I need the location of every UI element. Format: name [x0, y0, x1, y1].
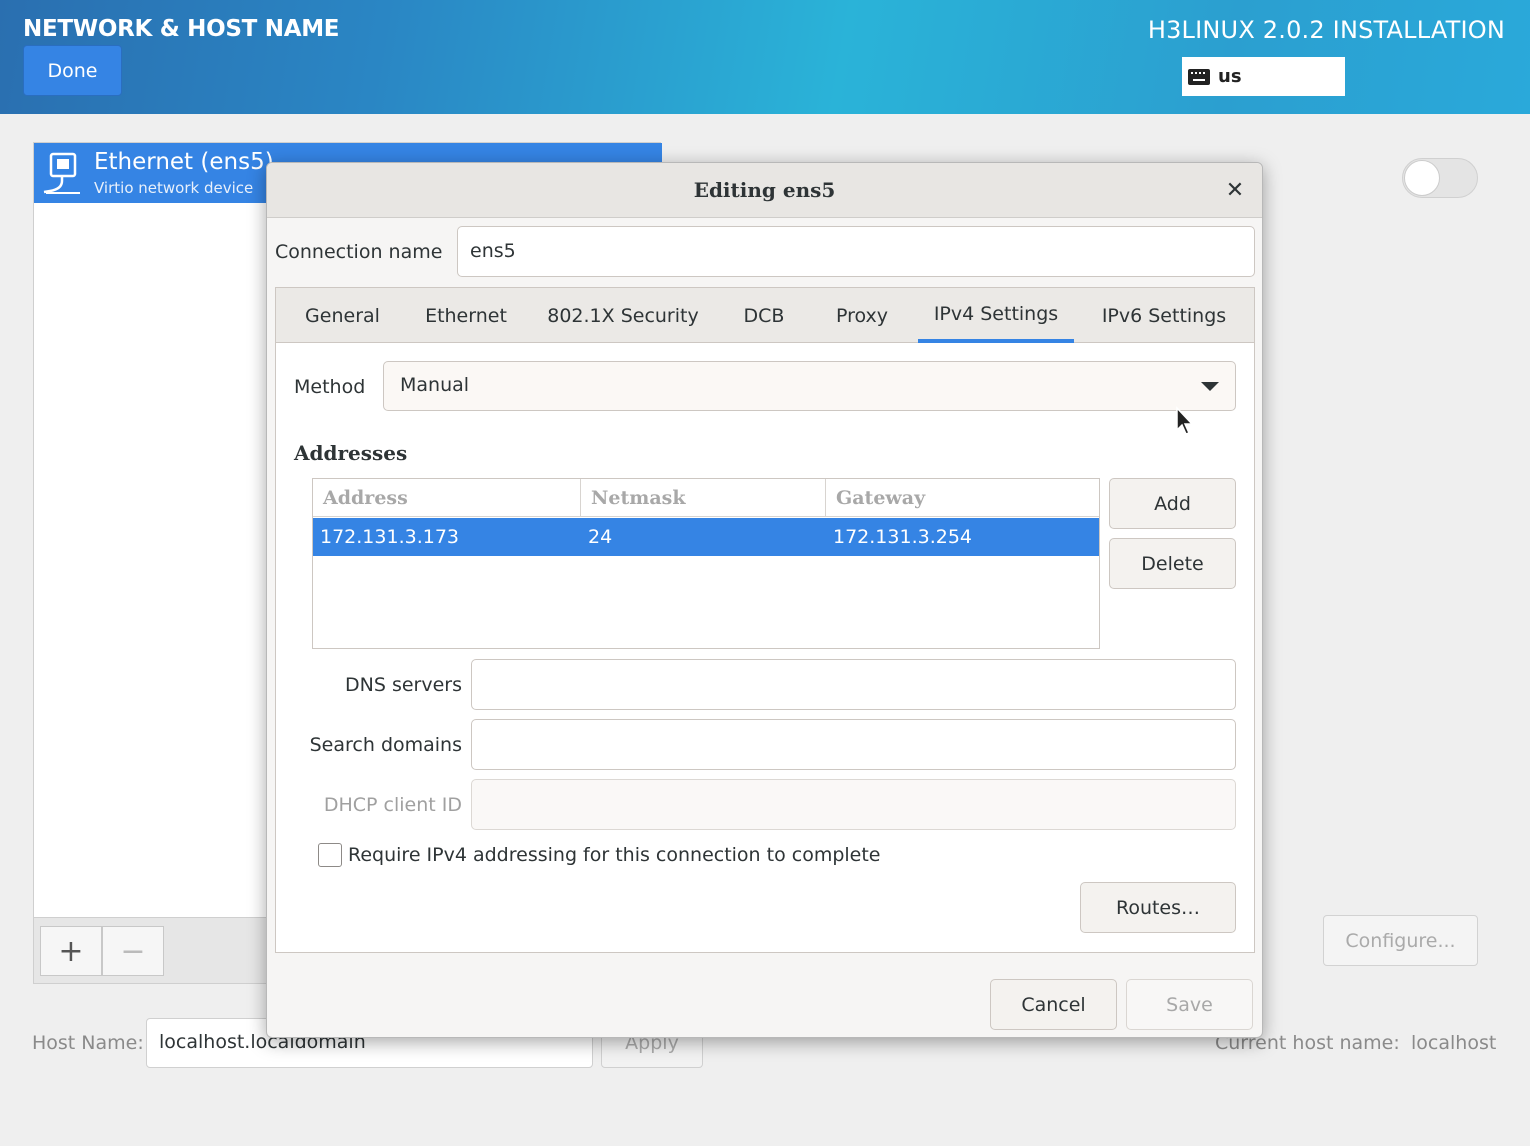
header-bar: NETWORK & HOST NAME Done H3LINUX 2.0.2 I… — [0, 0, 1530, 114]
addresses-table-header: Address Netmask Gateway — [313, 479, 1099, 517]
spoke-title: NETWORK & HOST NAME — [23, 16, 340, 42]
keyboard-layout-label: us — [1218, 66, 1242, 87]
toggle-knob — [1404, 160, 1440, 196]
settings-notebook: General Ethernet 802.1X Security DCB Pro… — [275, 287, 1255, 953]
gateway-cell[interactable]: 172.131.3.254 — [833, 518, 972, 556]
column-header-gateway[interactable]: Gateway — [826, 479, 1099, 517]
chevron-down-icon — [1201, 382, 1219, 391]
address-cell[interactable]: 172.131.3.173 — [320, 518, 459, 556]
tab-general[interactable]: General — [292, 288, 393, 343]
routes-button[interactable]: Routes… — [1080, 882, 1236, 933]
configure-button[interactable]: Configure... — [1323, 915, 1478, 966]
column-header-address[interactable]: Address — [313, 479, 581, 517]
close-icon[interactable]: ✕ — [1222, 177, 1248, 203]
dns-servers-input[interactable] — [471, 659, 1236, 710]
tab-bar: General Ethernet 802.1X Security DCB Pro… — [276, 288, 1254, 343]
dhcp-client-id-label: DHCP client ID — [323, 794, 462, 816]
connection-name-label: Connection name — [275, 241, 443, 263]
editing-connection-dialog: Editing ens5 ✕ Connection name ens5 Gene… — [266, 162, 1263, 1038]
dialog-title: Editing ens5 — [693, 178, 836, 202]
dhcp-client-id-input[interactable] — [471, 779, 1236, 830]
method-value: Manual — [400, 374, 470, 396]
tab-ethernet[interactable]: Ethernet — [410, 288, 522, 343]
search-domains-input[interactable] — [471, 719, 1236, 770]
cancel-button[interactable]: Cancel — [990, 979, 1117, 1030]
keyboard-icon — [1188, 68, 1210, 85]
netmask-cell[interactable]: 24 — [588, 518, 612, 556]
save-button[interactable]: Save — [1126, 979, 1253, 1030]
search-domains-label: Search domains — [309, 734, 462, 756]
dialog-titlebar[interactable]: Editing ens5 ✕ — [267, 163, 1262, 218]
dns-servers-label: DNS servers — [345, 674, 462, 696]
method-dropdown[interactable]: Manual — [383, 361, 1236, 411]
remove-device-button[interactable]: − — [102, 926, 164, 976]
tab-ipv4-settings[interactable]: IPv4 Settings — [918, 288, 1074, 343]
add-device-button[interactable]: + — [40, 926, 102, 976]
connection-name-input[interactable]: ens5 — [457, 226, 1255, 277]
require-ipv4-label[interactable]: Require IPv4 addressing for this connect… — [348, 844, 881, 866]
connection-toggle[interactable] — [1402, 158, 1478, 198]
current-host-name-value: localhost — [1411, 1032, 1497, 1054]
tab-dcb[interactable]: DCB — [724, 288, 804, 343]
device-description: Virtio network device — [94, 179, 254, 197]
ethernet-icon — [43, 152, 80, 194]
delete-address-button[interactable]: Delete — [1109, 538, 1236, 589]
addresses-heading: Addresses — [294, 441, 408, 465]
mouse-cursor-icon — [1176, 406, 1194, 435]
keyboard-layout-indicator[interactable]: us — [1182, 57, 1345, 96]
table-row[interactable]: 172.131.3.173 24 172.131.3.254 — [313, 518, 1099, 556]
tab-8021x-security[interactable]: 802.1X Security — [540, 288, 706, 343]
tab-proxy[interactable]: Proxy — [822, 288, 902, 343]
done-button[interactable]: Done — [23, 45, 122, 96]
tab-ipv6-settings[interactable]: IPv6 Settings — [1092, 288, 1236, 343]
method-label: Method — [294, 376, 366, 398]
add-address-button[interactable]: Add — [1109, 478, 1236, 529]
device-name: Ethernet (ens5) — [94, 149, 274, 175]
require-ipv4-checkbox[interactable] — [318, 843, 342, 867]
column-header-netmask[interactable]: Netmask — [581, 479, 826, 517]
host-name-label: Host Name: — [32, 1032, 144, 1054]
addresses-table: Address Netmask Gateway 172.131.3.173 24… — [312, 478, 1100, 649]
product-title: H3LINUX 2.0.2 INSTALLATION — [1147, 16, 1505, 44]
device-list-toolbar: + − — [33, 918, 273, 984]
